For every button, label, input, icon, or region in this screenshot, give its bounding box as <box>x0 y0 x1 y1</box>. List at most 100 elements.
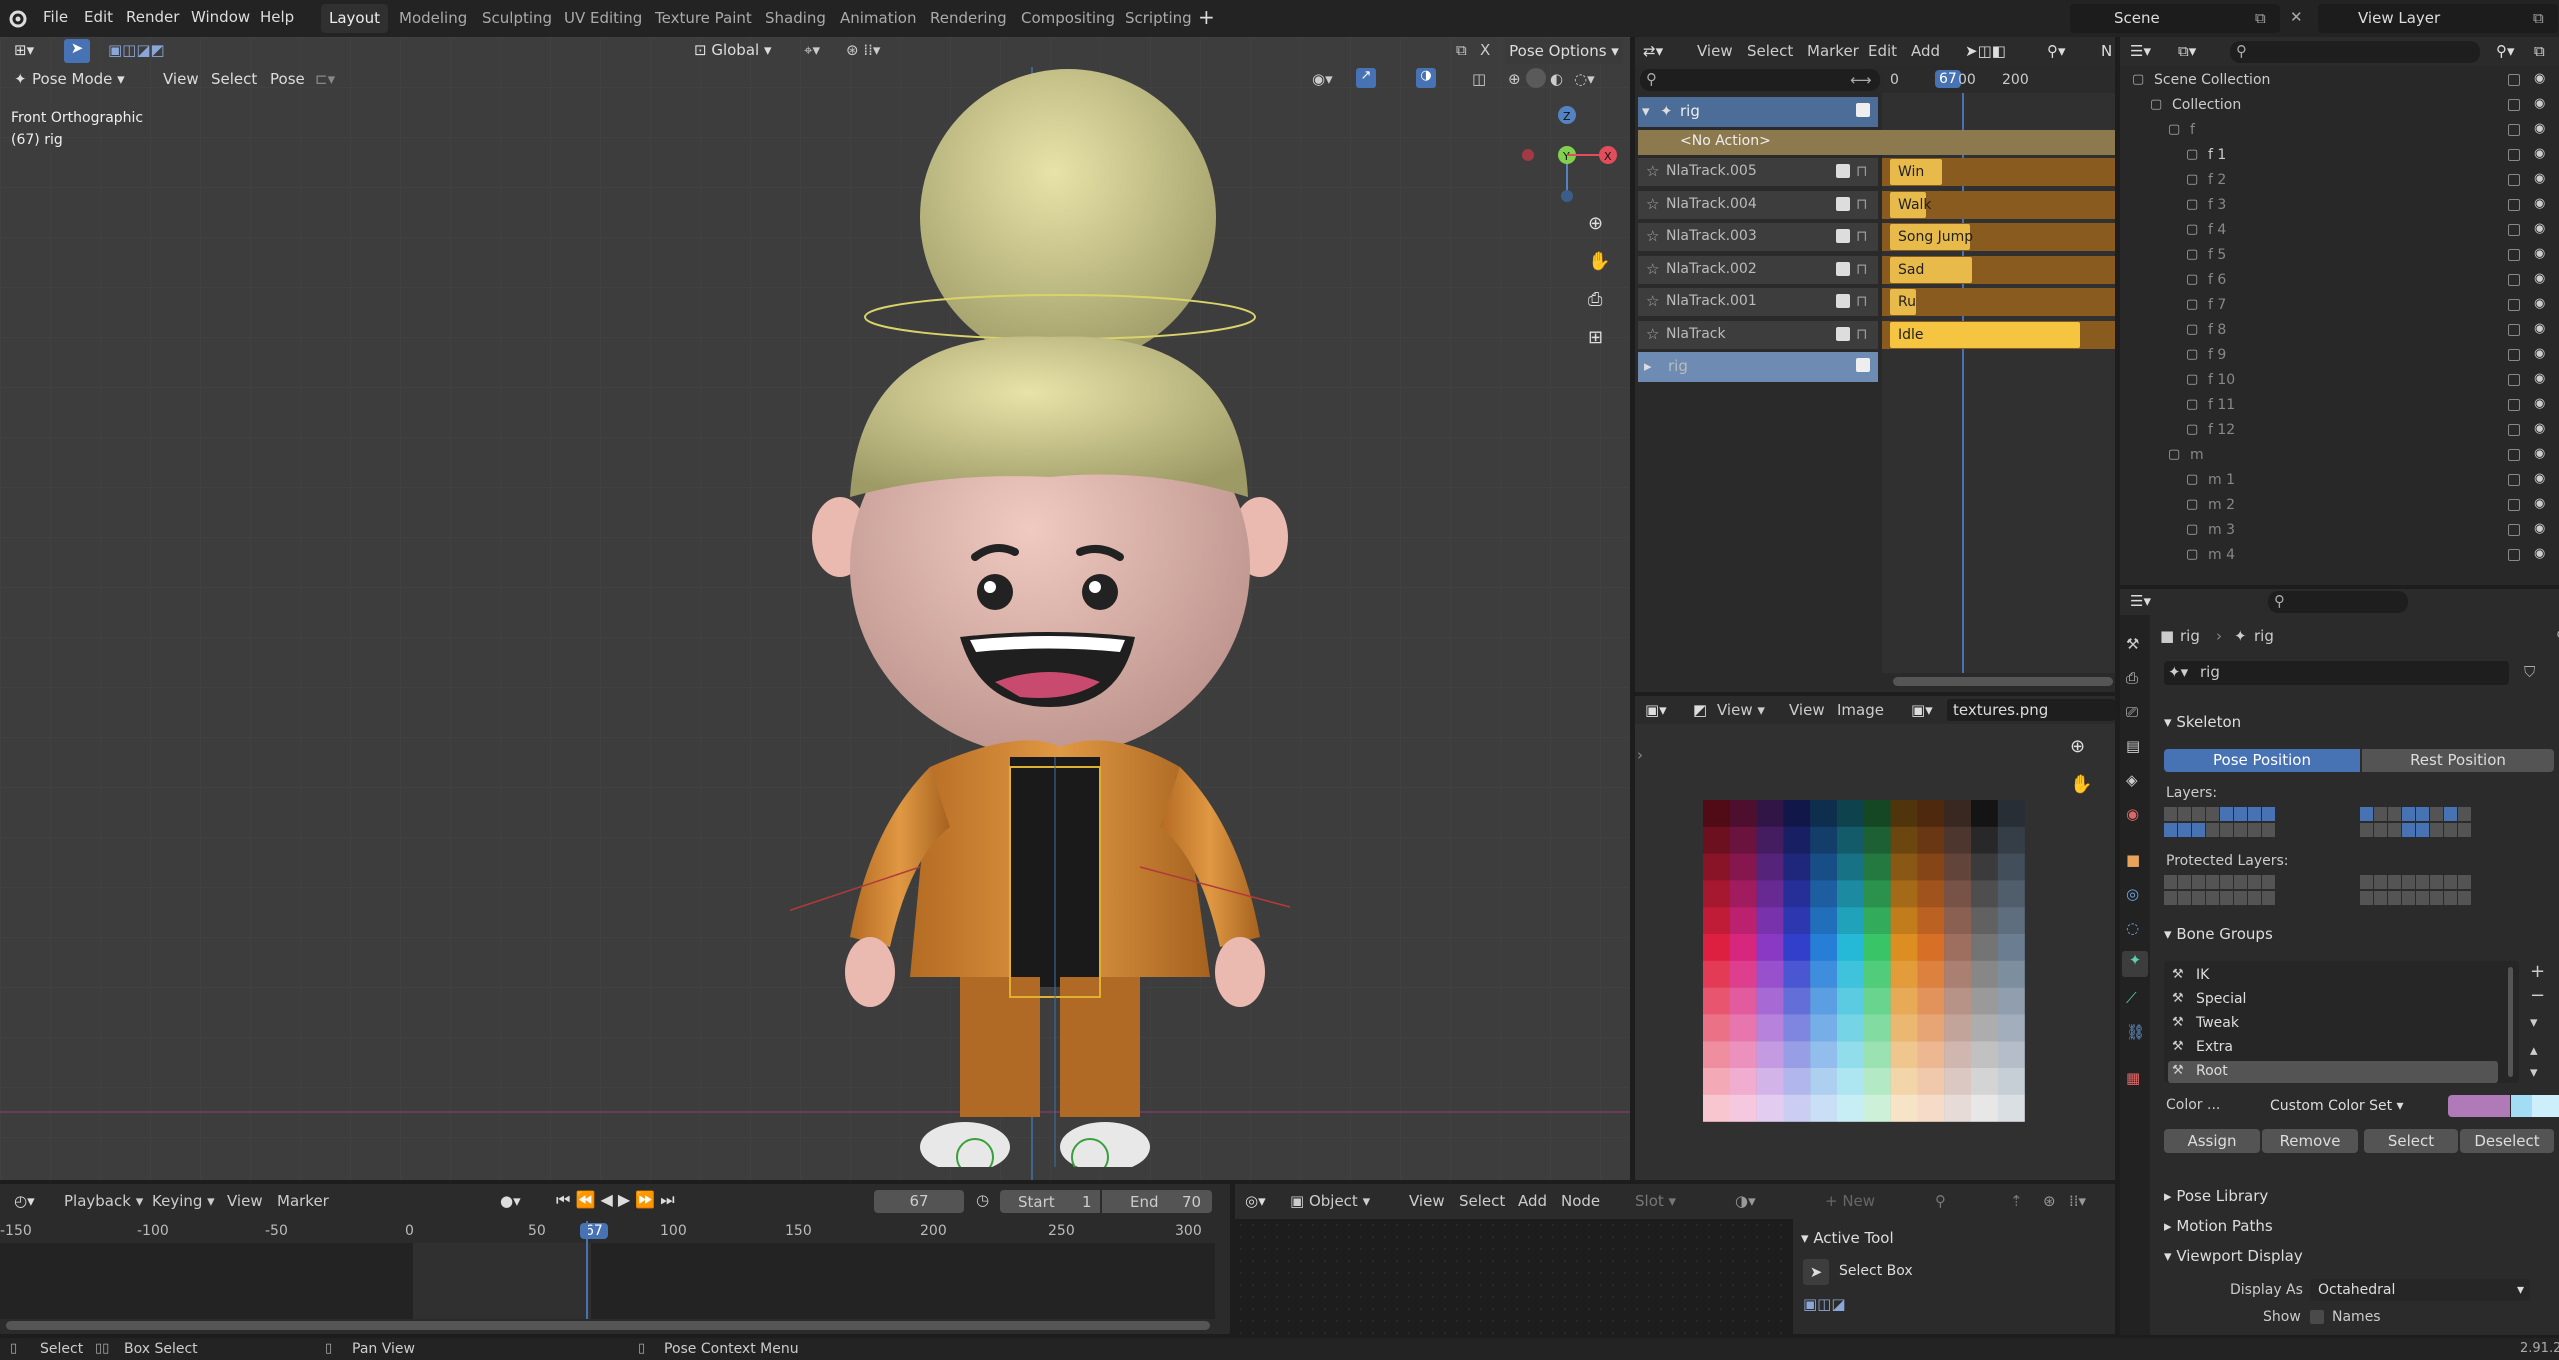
timeline-editor[interactable]: ◴▾ Playback ▾ Keying ▾ View Marker ●▾ ⏮ … <box>0 1184 1230 1334</box>
select-mode-icons[interactable]: ▣◫◪◩ <box>108 41 165 59</box>
filter-icon[interactable]: ⚲▾ <box>2047 42 2066 60</box>
outliner-f-item[interactable]: ▢ f 12 ◉ <box>2120 419 2559 444</box>
keying-dropdown[interactable]: Keying ▾ <box>152 1192 215 1210</box>
outliner-f-item[interactable]: ▢ f 2 ◉ <box>2120 169 2559 194</box>
track-lock-icon[interactable]: ⊓ <box>1856 292 1868 310</box>
bone-groups-panel-header[interactable]: ▾ Bone Groups <box>2164 925 2273 943</box>
armature-data-tab-icon[interactable]: ✦ <box>2122 951 2148 977</box>
bone-layers-grid[interactable] <box>2164 807 2554 843</box>
shading-material-icon[interactable]: ◐ <box>1550 70 1563 88</box>
bone-groups-list[interactable]: ⚒ IK ⚒ Special ⚒ Tweak ⚒ Extra ⚒ Root <box>2164 961 2519 1083</box>
select-mode-buttons-icon[interactable]: ▣◫◪ <box>1803 1295 1846 1313</box>
track-star-icon[interactable]: ☆ <box>1646 292 1659 310</box>
track-lock-icon[interactable]: ⊓ <box>1856 195 1868 213</box>
add-workspace-button[interactable]: + <box>1198 5 1215 29</box>
node-menu-select[interactable]: Select <box>1459 1192 1505 1210</box>
orientation-dropdown[interactable]: ⊡ Global ▾ <box>694 41 772 59</box>
nla-track-row[interactable]: ☆ NlaTrack.004 ⊓ <box>1638 190 1878 219</box>
node-snap-icon[interactable]: ⊛ <box>2043 1192 2056 1210</box>
gizmo-icon[interactable]: ↗ <box>1356 68 1376 88</box>
visibility-eye-icon[interactable]: ◉ <box>2534 71 2545 86</box>
track-mute-checkbox[interactable] <box>1836 326 1850 341</box>
exclude-checkbox[interactable] <box>2508 274 2520 286</box>
tab-scripting[interactable]: Scripting <box>1117 4 1200 33</box>
tab-animation[interactable]: Animation <box>832 4 924 33</box>
tab-uv-editing[interactable]: UV Editing <box>556 4 650 33</box>
nla-track-band[interactable]: Walk <box>1882 190 2115 219</box>
display-as-dropdown[interactable]: Octahedral ▾ <box>2310 1279 2530 1301</box>
menu-file[interactable]: File <box>43 8 68 26</box>
bone-tab-icon[interactable]: ⟋ <box>2126 989 2137 1007</box>
visibility-eye-icon[interactable]: ◉ <box>2534 546 2545 561</box>
viewport-menu-select[interactable]: Select <box>211 70 257 88</box>
track-mute-checkbox[interactable] <box>1836 229 1850 243</box>
scene-tab-icon[interactable]: ◈ <box>2126 771 2138 789</box>
shading-solid-icon[interactable] <box>1526 68 1546 88</box>
preview-range-icon[interactable]: ◷ <box>976 1191 989 1209</box>
tab-modeling[interactable]: Modeling <box>391 4 475 33</box>
nla-menu-add[interactable]: Add <box>1911 42 1940 60</box>
view-layer-selector[interactable]: View Layer ⧉ <box>2318 4 2558 33</box>
node-menu-view[interactable]: View <box>1409 1192 1445 1210</box>
visibility-eye-icon[interactable]: ◉ <box>2534 346 2545 361</box>
exclude-checkbox[interactable] <box>2508 549 2520 561</box>
exclude-checkbox[interactable] <box>2508 449 2520 461</box>
exclude-checkbox[interactable] <box>2508 224 2520 236</box>
visibility-eye-icon[interactable]: ◉ <box>2534 396 2545 411</box>
skeleton-panel-header[interactable]: ▾ Skeleton <box>2164 713 2241 731</box>
remove-button[interactable]: Remove <box>2262 1129 2358 1153</box>
motion-paths-panel-header[interactable]: ▸ Motion Paths <box>2164 1217 2273 1235</box>
menu-edit[interactable]: Edit <box>84 8 113 26</box>
active-tool-header[interactable]: ▾ Active Tool <box>1801 1229 1894 1247</box>
pose-options-dropdown[interactable]: Pose Options ▾ <box>1505 39 1623 64</box>
assign-button[interactable]: Assign <box>2164 1129 2260 1153</box>
outliner-f-item[interactable]: ▢ f 10 ◉ <box>2120 369 2559 394</box>
outliner-f-item[interactable]: ▢ f 4 ◉ <box>2120 219 2559 244</box>
visibility-eye-icon[interactable]: ◉ <box>2534 446 2545 461</box>
blender-logo-icon[interactable] <box>8 9 28 29</box>
bone-group-item[interactable]: ⚒ Extra <box>2168 1037 2498 1059</box>
track-lock-icon[interactable]: ⊓ <box>1856 260 1868 278</box>
navigation-gizmo[interactable]: Y Z X <box>1508 105 1618 215</box>
exclude-checkbox[interactable] <box>2508 374 2520 386</box>
image-menu-image[interactable]: Image <box>1837 701 1884 719</box>
nla-second-checkbox[interactable] <box>1856 358 1870 372</box>
pivot-icon[interactable]: ⌖▾ <box>804 41 820 59</box>
collapse-icon[interactable]: ▸ <box>1644 357 1652 375</box>
pose-copy-icon[interactable]: ⊏▾ <box>315 70 335 88</box>
pan-hand-icon[interactable]: ✋ <box>1588 251 1614 289</box>
start-frame-field[interactable]: Start 1 <box>1000 1190 1100 1213</box>
exclude-checkbox[interactable] <box>2508 124 2520 136</box>
timeline-menu-view[interactable]: View <box>227 1192 263 1210</box>
select-tool-icon[interactable]: ➤ <box>64 39 90 63</box>
shading-wireframe-icon[interactable]: ⊕ <box>1508 70 1521 88</box>
viewport-menu-view[interactable]: View <box>163 70 199 88</box>
image-menu-view[interactable]: View <box>1789 701 1825 719</box>
menu-help[interactable]: Help <box>260 8 294 26</box>
outliner-collection[interactable]: ▢ Collection ◉ <box>2120 94 2559 119</box>
timeline-ruler[interactable]: -150 -100 -50 0 50 67 100 150 200 250 300 <box>0 1221 1215 1243</box>
outliner-f-item[interactable]: ▢ f 6 ◉ <box>2120 269 2559 294</box>
new-material-button[interactable]: + New <box>1775 1190 1925 1213</box>
outliner-f-item[interactable]: ▢ f 9 ◉ <box>2120 344 2559 369</box>
menu-window[interactable]: Window <box>191 8 250 26</box>
toolbar-toggle-icon[interactable]: › <box>1637 746 1643 764</box>
new-collection-icon[interactable]: ⧉ <box>2534 42 2545 60</box>
browse-view-layer-icon[interactable]: ⧉ <box>2533 9 2544 27</box>
visibility-eye-icon[interactable]: ◉ <box>2534 521 2545 536</box>
exclude-checkbox[interactable] <box>2508 199 2520 211</box>
move-up-icon[interactable]: ▴ <box>2530 1041 2538 1059</box>
nla-editor-type-icon[interactable]: ⇄▾ <box>1643 42 1663 60</box>
nla-menu-marker[interactable]: Marker <box>1807 42 1859 60</box>
nla-current-frame[interactable]: 67 <box>1935 70 1961 88</box>
timeline-scrollbar[interactable] <box>6 1321 1210 1330</box>
tab-layout[interactable]: Layout <box>321 4 388 33</box>
tab-shading[interactable]: Shading <box>757 4 834 33</box>
nla-object-checkbox[interactable] <box>1856 103 1870 117</box>
visibility-eye-icon[interactable]: ◉ <box>2534 421 2545 436</box>
world-tab-icon[interactable]: ◉ <box>2126 805 2139 823</box>
timeline-current-frame[interactable]: 67 <box>580 1223 608 1239</box>
material-browse-icon[interactable]: ◑▾ <box>1735 1192 1756 1210</box>
visibility-eye-icon[interactable]: ◉ <box>2534 96 2545 111</box>
node-pin-icon[interactable]: ⚲ <box>1935 1192 1946 1210</box>
